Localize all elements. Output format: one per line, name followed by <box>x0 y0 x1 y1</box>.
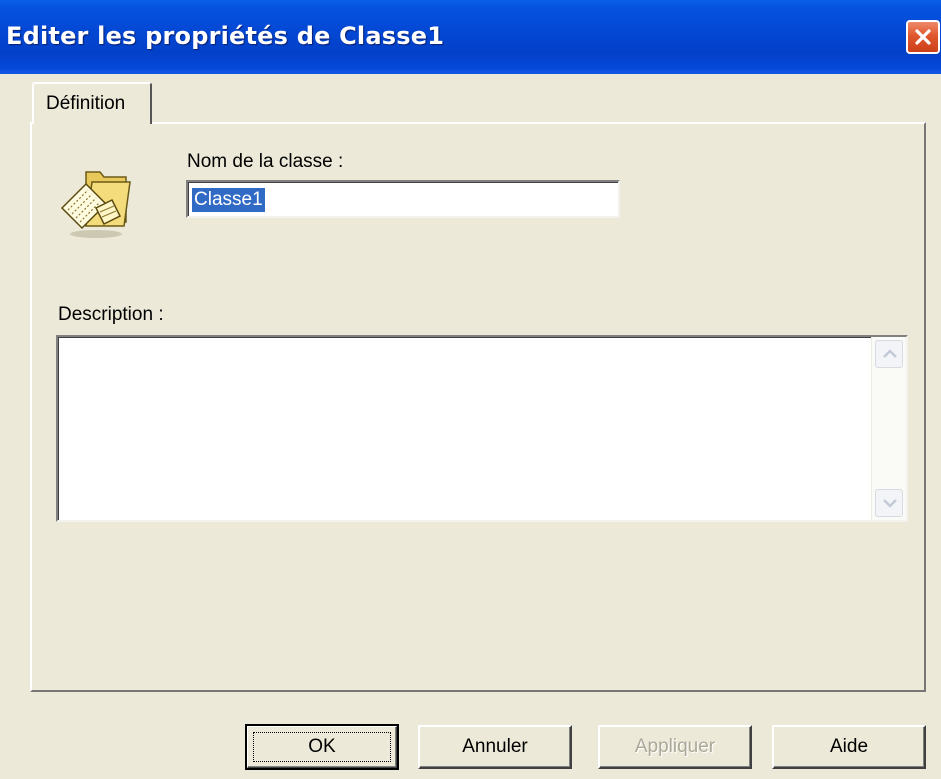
cancel-button[interactable]: Annuler <box>418 725 572 769</box>
close-icon <box>915 29 931 45</box>
cancel-button-label: Annuler <box>462 736 528 757</box>
chevron-up-icon <box>883 349 897 358</box>
ok-focus-ring <box>253 732 391 762</box>
description-scrollbar[interactable] <box>871 337 906 520</box>
close-button[interactable] <box>906 20 940 54</box>
class-name-input[interactable]: Classe1 <box>186 180 620 218</box>
window-title: Editer les propriétés de Classe1 <box>6 22 445 50</box>
scroll-down-button[interactable] <box>875 489 903 517</box>
title-bar[interactable]: Editer les propriétés de Classe1 <box>0 0 941 74</box>
description-textarea[interactable] <box>56 335 908 522</box>
ok-button[interactable]: OK <box>245 724 399 770</box>
help-button[interactable]: Aide <box>772 725 926 769</box>
class-name-value: Classe1 <box>192 188 265 212</box>
tab-definition-label: Définition <box>46 93 126 114</box>
class-folder-icon <box>60 171 131 238</box>
help-button-label: Aide <box>829 736 869 757</box>
chevron-down-icon <box>883 499 897 508</box>
scroll-up-button[interactable] <box>875 340 903 368</box>
apply-button[interactable]: Appliquer <box>598 725 752 769</box>
description-label: Description : <box>58 304 164 325</box>
class-name-label: Nom de la classe : <box>187 151 344 172</box>
tab-definition[interactable]: Définition <box>32 82 152 124</box>
apply-button-label: Appliquer <box>634 736 716 757</box>
